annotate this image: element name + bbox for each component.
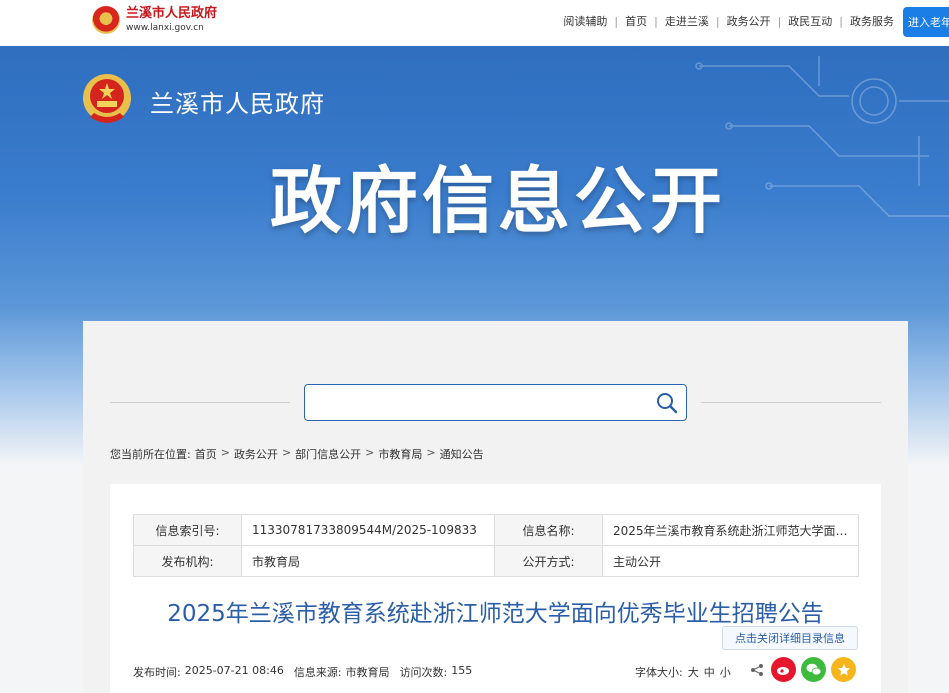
national-emblem-icon [83, 74, 131, 123]
breadcrumb-item-notices[interactable]: 通知公告 [440, 446, 484, 462]
main-panel: 您当前所在位置: 首页 > 政务公开 > 部门信息公开 > 市教育局 > 通知公… [83, 321, 908, 693]
org-label: 发布机构: [133, 545, 242, 577]
breadcrumb-item-education-bureau[interactable]: 市教育局 [378, 446, 422, 462]
article-title: 2025年兰溪市教育系统赴浙江师范大学面向优秀毕业生招聘公告 [167, 601, 824, 627]
banner-title: 政府信息公开 [270, 159, 727, 243]
publish-label: 发布时间: [133, 666, 181, 679]
nav-about-lanxi[interactable]: 走进兰溪 [658, 13, 716, 29]
site-logo[interactable]: 兰溪市人民政府 www.lanxi.gov.cn [92, 6, 217, 34]
info-table: 信息索引号: 11330781733809544M/2025-109833 信息… [133, 514, 859, 577]
font-size-label: 字体大小: [635, 666, 683, 679]
national-emblem-icon [92, 6, 120, 34]
toggle-details-button[interactable]: 点击关闭详细目录信息 [722, 626, 858, 650]
article-card: 信息索引号: 11330781733809544M/2025-109833 信息… [110, 484, 881, 693]
chevron-right-icon: > [365, 446, 375, 459]
org-value: 市教育局 [241, 545, 495, 577]
nav-reading-assist[interactable]: 阅读辅助 [556, 13, 614, 29]
wechat-share-icon[interactable] [801, 657, 826, 682]
mode-label: 公开方式: [494, 545, 603, 577]
nav-home[interactable]: 首页 [618, 13, 654, 29]
visits-label: 访问次数: [399, 666, 448, 679]
site-url: www.lanxi.gov.cn [126, 23, 204, 33]
chevron-right-icon: > [220, 446, 230, 459]
breadcrumb: 您当前所在位置: 首页 > 政务公开 > 部门信息公开 > 市教育局 > 通知公… [110, 446, 488, 462]
breadcrumb-item-gov-affairs[interactable]: 政务公开 [234, 446, 278, 462]
name-label: 信息名称: [494, 514, 603, 546]
chevron-right-icon: > [281, 446, 292, 459]
source-label: 信息来源: [293, 666, 342, 679]
table-row: 发布机构: 市教育局 公开方式: 主动公开 [133, 545, 859, 577]
nav-gov-affairs[interactable]: 政务公开 [720, 13, 778, 29]
nav-interaction[interactable]: 政民互动 [781, 13, 839, 29]
index-label: 信息索引号: [133, 514, 242, 546]
divider [110, 402, 290, 403]
breadcrumb-item-home[interactable]: 首页 [195, 446, 217, 462]
mode-value: 主动公开 [602, 545, 859, 577]
visits-count: 155 [451, 664, 473, 677]
font-size-control: 字体大小: 大 中 小 [635, 664, 736, 680]
divider [701, 402, 881, 403]
chevron-right-icon: > [426, 446, 436, 459]
top-bar: 兰溪市人民政府 www.lanxi.gov.cn 阅读辅助 | 首页 | 走进兰溪 |… [0, 0, 949, 46]
breadcrumb-item-dept-info[interactable]: 部门信息公开 [295, 446, 361, 462]
font-size-medium[interactable]: 中 [704, 664, 715, 680]
table-row: 信息索引号: 11330781733809544M/2025-109833 信息… [133, 514, 859, 546]
breadcrumb-prefix: 您当前所在位置: [110, 448, 191, 461]
publish-time: 2025-07-21 08:46 [184, 664, 284, 677]
weibo-share-icon[interactable] [771, 657, 796, 682]
top-nav: 阅读辅助 | 首页 | 走进兰溪 | 政务公开 | 政民互动 | 政务服务 [556, 13, 901, 29]
index-value: 11330781733809544M/2025-109833 [241, 514, 495, 546]
star-favorite-icon[interactable] [831, 657, 856, 682]
source-value: 市教育局 [345, 666, 390, 679]
search-icon[interactable] [656, 392, 678, 414]
font-size-large[interactable]: 大 [688, 664, 699, 680]
share-icon[interactable] [750, 663, 764, 677]
nav-services[interactable]: 政务服务 [843, 13, 901, 29]
site-name: 兰溪市人民政府 [126, 6, 218, 21]
banner-site-name: 兰溪市人民政府 [150, 90, 325, 118]
search-box [304, 384, 687, 421]
publish-info: 发布时间: 2025-07-21 08:46 信息来源: 市教育局 访问次数: … [133, 664, 476, 680]
font-size-small[interactable]: 小 [720, 664, 731, 680]
search-input[interactable] [305, 385, 645, 420]
name-value: 2025年兰溪市教育系统赴浙江师范大学面… [602, 514, 859, 546]
elder-mode-button[interactable]: 进入老年 [903, 7, 949, 37]
